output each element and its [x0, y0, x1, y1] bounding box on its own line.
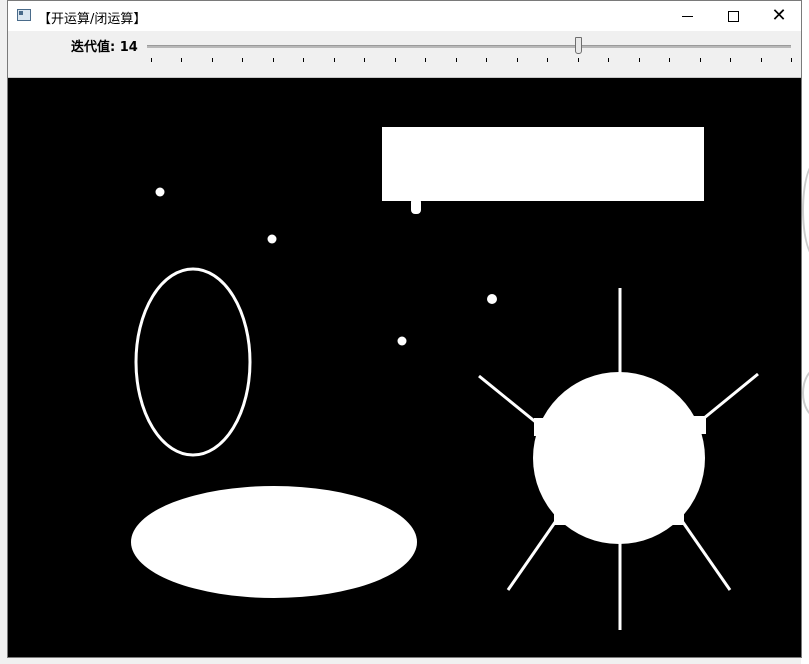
- white-rectangle: [382, 127, 704, 201]
- close-icon: ✕: [771, 5, 787, 26]
- sun-ray-joint: [668, 511, 684, 525]
- white-dot: [397, 336, 407, 346]
- maximize-button[interactable]: [710, 1, 756, 31]
- sun-ray: [478, 374, 544, 430]
- sun-ray-joint: [534, 418, 548, 436]
- slider-tick: [212, 58, 213, 62]
- slider-tick: [639, 58, 640, 62]
- trackbar-panel: 迭代值: 14: [8, 31, 801, 78]
- slider-tick: [608, 58, 609, 62]
- hollow-ellipse: [134, 267, 252, 457]
- slider-tick: [456, 58, 457, 62]
- slider-tick: [700, 58, 701, 62]
- slider-tick: [334, 58, 335, 62]
- window-title: 【开运算/闭运算】: [38, 12, 147, 27]
- maximize-icon: [727, 10, 739, 22]
- minimize-button[interactable]: [664, 1, 710, 31]
- slider-tick: [578, 58, 579, 62]
- white-dot: [267, 234, 277, 244]
- slider-ticks: [151, 58, 792, 66]
- iteration-slider-thumb[interactable]: [575, 37, 583, 54]
- slider-tick: [669, 58, 670, 62]
- desktop-background: [801, 0, 809, 664]
- sun-ray: [678, 517, 732, 591]
- slider-tick: [761, 58, 762, 62]
- morphology-result-image: [131, 127, 759, 630]
- window-app-icon: [17, 9, 31, 21]
- sun-ray-joint: [554, 511, 570, 525]
- slider-tick: [242, 58, 243, 62]
- slider-tick: [395, 58, 396, 62]
- close-button[interactable]: ✕: [756, 1, 801, 31]
- sun-ray: [506, 517, 560, 591]
- title-bar[interactable]: 【开运算/闭运算】 ✕: [8, 1, 801, 31]
- slider-tick: [730, 58, 731, 62]
- sun-shape: [478, 288, 759, 630]
- slider-tick: [425, 58, 426, 62]
- slider-tick: [303, 58, 304, 62]
- slider-tick: [486, 58, 487, 62]
- slider-tick: [547, 58, 548, 62]
- slider-tick: [791, 58, 792, 62]
- slider-tick: [364, 58, 365, 62]
- white-dot: [155, 187, 165, 197]
- slider-tick: [517, 58, 518, 62]
- slider-tick: [273, 58, 274, 62]
- image-canvas: [8, 78, 801, 657]
- app-window: 【开运算/闭运算】 ✕ 迭代值: 14: [7, 0, 802, 658]
- sun-ray-joint: [692, 416, 706, 434]
- minimize-icon: [681, 15, 693, 17]
- filled-ellipse: [131, 486, 417, 598]
- slider-tick: [151, 58, 152, 62]
- iteration-slider-track[interactable]: [147, 45, 791, 48]
- iteration-slider-label: 迭代值: 14: [71, 40, 138, 55]
- rectangle-protrusion: [411, 198, 421, 214]
- sun-ray: [697, 372, 759, 425]
- slider-tick: [181, 58, 182, 62]
- white-dot: [487, 294, 497, 304]
